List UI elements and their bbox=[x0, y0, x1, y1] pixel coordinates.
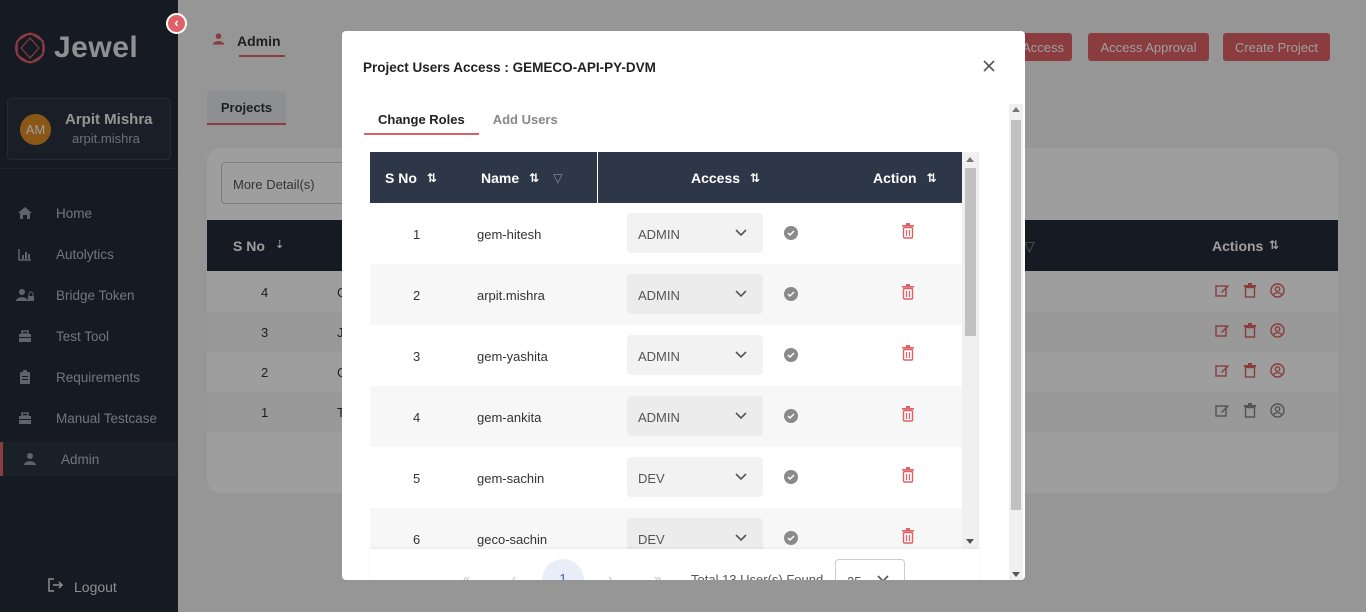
access-value: DEV bbox=[638, 471, 665, 486]
trash-icon[interactable] bbox=[901, 223, 915, 242]
col-action-label: Action bbox=[873, 170, 917, 186]
col-access-header[interactable]: Access ⇅ bbox=[691, 170, 760, 186]
row-name: gem-yashita bbox=[477, 349, 548, 364]
confirm-check-icon[interactable] bbox=[784, 409, 798, 423]
row-sno: 4 bbox=[413, 410, 421, 425]
sort-icon[interactable]: ⇅ bbox=[529, 171, 539, 185]
chevron-down-icon bbox=[734, 470, 748, 485]
access-value: ADMIN bbox=[638, 227, 680, 242]
confirm-check-icon[interactable] bbox=[784, 470, 798, 484]
access-value: ADMIN bbox=[638, 410, 680, 425]
row-name: gem-ankita bbox=[477, 410, 542, 425]
rows-per-page-select[interactable]: 25 bbox=[835, 559, 905, 580]
trash-icon[interactable] bbox=[901, 284, 915, 303]
table-row: 3 gem-yashita ADMIN bbox=[370, 325, 962, 386]
col-action-header[interactable]: Action ⇅ bbox=[873, 170, 937, 186]
table-row: 5 gem-sachin DEV bbox=[370, 447, 962, 508]
row-name: gem-hitesh bbox=[477, 227, 542, 242]
table-row: 6 geco-sachin DEV bbox=[370, 508, 962, 549]
chevron-down-icon bbox=[734, 531, 748, 546]
next-page-button[interactable]: › bbox=[608, 571, 612, 580]
confirm-check-icon[interactable] bbox=[784, 348, 798, 362]
close-icon[interactable] bbox=[980, 57, 998, 75]
modal-title: Project Users Access : GEMECO-API-PY-DVM bbox=[363, 60, 656, 75]
modal-scrollbar[interactable] bbox=[1009, 104, 1023, 580]
users-table: S No ⇅ Name ⇅ ▽ Access ⇅ Action ⇅ 1 gem-… bbox=[370, 152, 979, 549]
table-row: 4 gem-ankita ADMIN bbox=[370, 386, 962, 447]
access-select[interactable]: ADMIN bbox=[627, 274, 763, 314]
sort-icon[interactable]: ⇅ bbox=[427, 171, 437, 185]
column-divider bbox=[597, 152, 598, 203]
row-sno: 6 bbox=[413, 532, 421, 547]
col-name-label: Name bbox=[481, 170, 520, 186]
modal-tabs: Change Roles Add Users bbox=[364, 101, 572, 135]
scroll-up-arrow[interactable] bbox=[1012, 107, 1020, 112]
row-sno: 2 bbox=[413, 288, 421, 303]
access-select[interactable]: DEV bbox=[627, 457, 763, 497]
project-users-access-modal: Project Users Access : GEMECO-API-PY-DVM… bbox=[342, 31, 1025, 580]
table-row: 2 arpit.mishra ADMIN bbox=[370, 264, 962, 325]
total-users-count: Total 13 User(s) Found bbox=[691, 572, 824, 580]
filter-icon[interactable]: ▽ bbox=[553, 171, 562, 185]
scrollbar-thumb[interactable] bbox=[1011, 120, 1021, 510]
access-value: ADMIN bbox=[638, 288, 680, 303]
tab-add-users[interactable]: Add Users bbox=[479, 101, 572, 135]
row-sno: 1 bbox=[413, 227, 421, 242]
access-select[interactable]: ADMIN bbox=[627, 213, 763, 253]
scroll-up-arrow[interactable] bbox=[966, 157, 974, 162]
access-select[interactable]: DEV bbox=[627, 518, 763, 549]
scroll-down-arrow[interactable] bbox=[966, 539, 974, 544]
chevron-down-icon bbox=[734, 409, 748, 424]
users-table-header: S No ⇅ Name ⇅ ▽ Access ⇅ Action ⇅ bbox=[370, 152, 962, 203]
page-button-current[interactable]: 1 bbox=[542, 559, 584, 580]
confirm-check-icon[interactable] bbox=[784, 226, 798, 240]
row-name: gem-sachin bbox=[477, 471, 545, 486]
rows-per-page-value: 25 bbox=[847, 574, 861, 580]
access-value: ADMIN bbox=[638, 349, 680, 364]
first-page-button[interactable]: « bbox=[463, 571, 470, 580]
trash-icon[interactable] bbox=[901, 467, 915, 486]
row-sno: 5 bbox=[413, 471, 421, 486]
sidebar-collapse-button[interactable]: ‹ bbox=[166, 13, 187, 34]
col-sno-header[interactable]: S No ⇅ bbox=[385, 170, 437, 186]
chevron-down-icon bbox=[734, 348, 748, 363]
col-access-label: Access bbox=[691, 170, 741, 186]
pagination: « ‹ 1 › » Total 13 User(s) Found 25 bbox=[370, 549, 979, 580]
chevron-down-icon bbox=[734, 226, 748, 241]
access-select[interactable]: ADMIN bbox=[627, 396, 763, 436]
last-page-button[interactable]: » bbox=[654, 571, 661, 580]
sort-icon[interactable]: ⇅ bbox=[750, 171, 760, 185]
trash-icon[interactable] bbox=[901, 528, 915, 547]
confirm-check-icon[interactable] bbox=[784, 531, 798, 545]
table-scrollbar[interactable] bbox=[962, 152, 979, 549]
trash-icon[interactable] bbox=[901, 406, 915, 425]
scrollbar-thumb[interactable] bbox=[965, 168, 976, 336]
row-sno: 3 bbox=[413, 349, 421, 364]
access-value: DEV bbox=[638, 532, 665, 547]
scroll-down-arrow[interactable] bbox=[1012, 572, 1020, 577]
chevron-down-icon bbox=[876, 572, 890, 580]
row-name: arpit.mishra bbox=[477, 288, 545, 303]
confirm-check-icon[interactable] bbox=[784, 287, 798, 301]
table-row: 1 gem-hitesh ADMIN bbox=[370, 203, 962, 264]
col-sno-label: S No bbox=[385, 170, 417, 186]
row-name: geco-sachin bbox=[477, 532, 548, 547]
tab-change-roles[interactable]: Change Roles bbox=[364, 101, 479, 135]
prev-page-button[interactable]: ‹ bbox=[512, 571, 516, 580]
col-name-header[interactable]: Name ⇅ ▽ bbox=[481, 170, 562, 186]
trash-icon[interactable] bbox=[901, 345, 915, 364]
access-select[interactable]: ADMIN bbox=[627, 335, 763, 375]
sort-icon[interactable]: ⇅ bbox=[927, 171, 937, 185]
chevron-left-icon: ‹ bbox=[174, 15, 179, 30]
chevron-down-icon bbox=[734, 287, 748, 302]
